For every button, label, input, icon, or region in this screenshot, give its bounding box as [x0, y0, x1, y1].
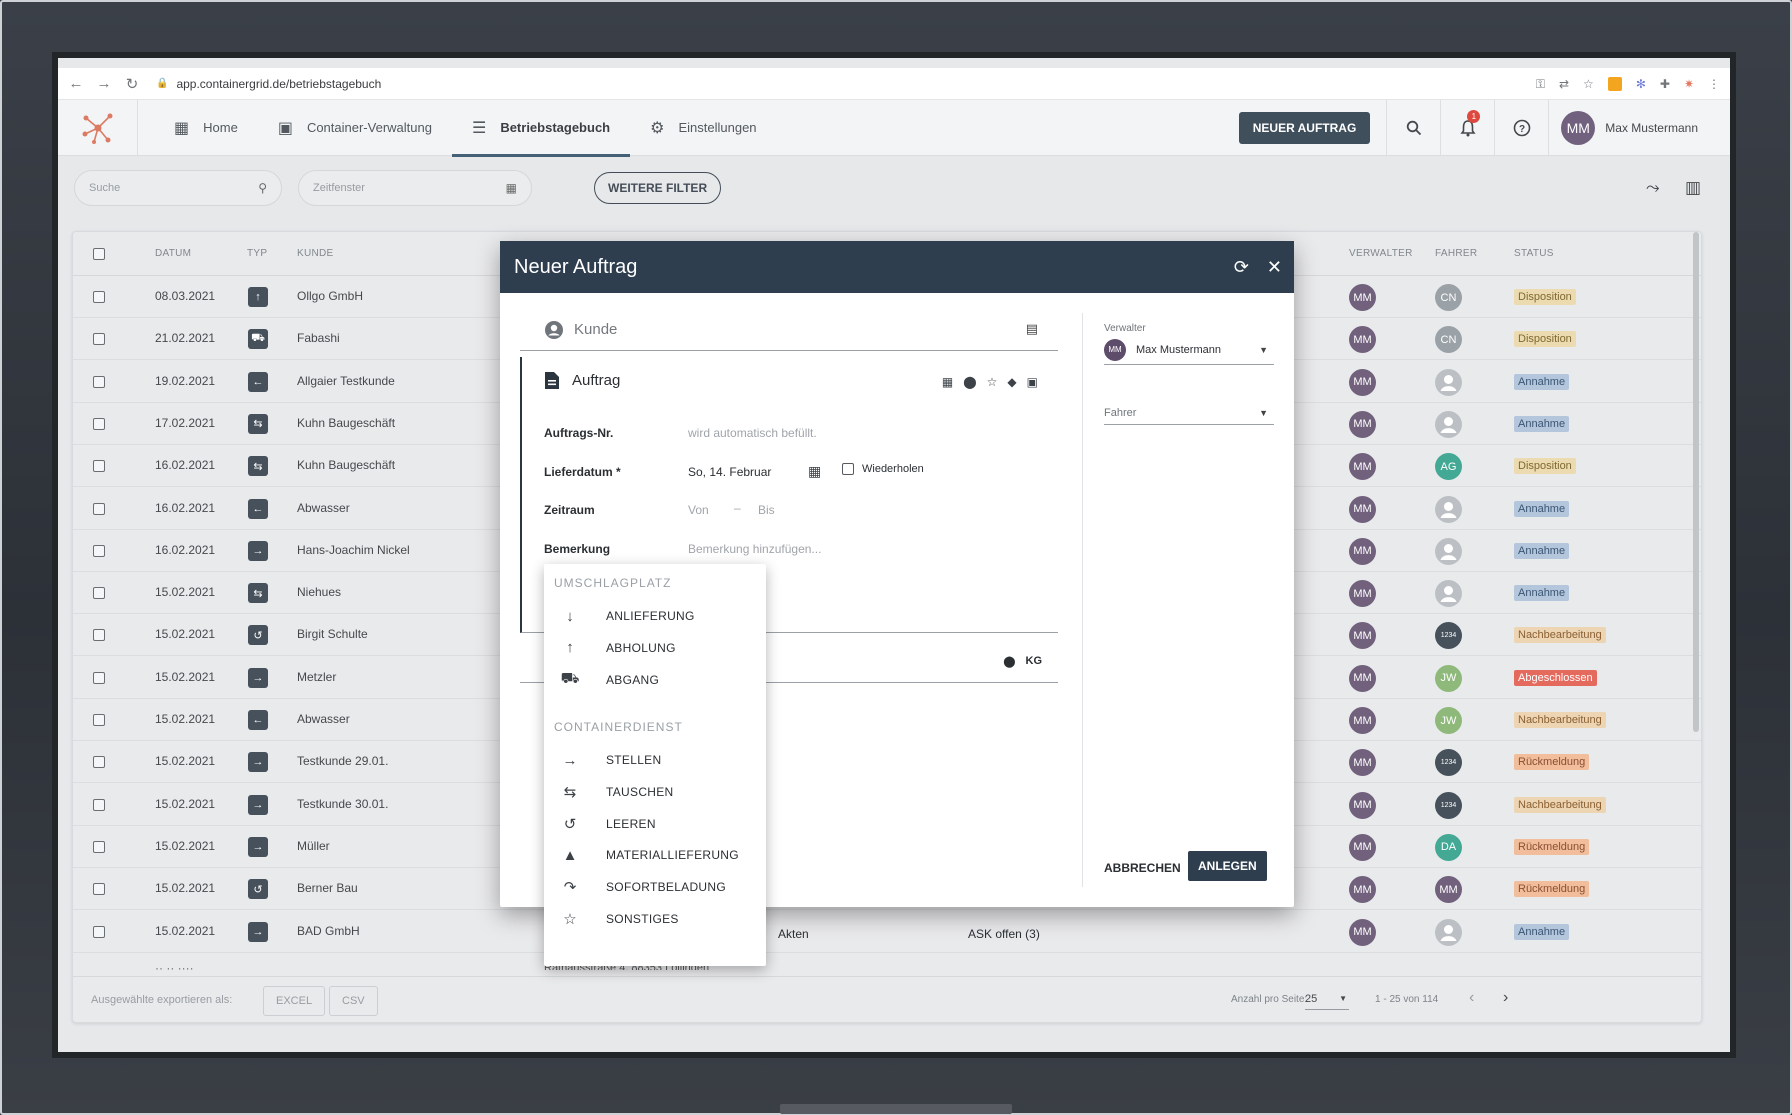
dialog-sidebar: Verwalter MM Max Mustermann ▼ Fahrer ▼ [1104, 293, 1274, 907]
sofortbeladung-icon: ↷ [563, 879, 577, 897]
kg-label: KG [1025, 655, 1043, 667]
menu-group-containerdienst: CONTAINERDIENST [554, 720, 683, 734]
dialog-header: Neuer Auftrag ⟳ ✕ [500, 241, 1294, 293]
abgang-icon: ⛟ [560, 670, 580, 688]
calendar-icon[interactable]: ▦ [808, 463, 821, 480]
driver-placeholder: Fahrer [1104, 406, 1137, 419]
stellen-icon: → [562, 751, 578, 769]
menu-item-label: SONSTIGES [606, 912, 679, 926]
menu-item-leeren[interactable]: ↺ LEEREN [544, 806, 766, 842]
dialog-title: Neuer Auftrag [514, 255, 638, 278]
abholung-icon: ↑ [566, 639, 574, 657]
time-separator: – [734, 501, 741, 515]
location-pin-icon[interactable]: ⬤ [963, 375, 976, 389]
menu-item-label: TAUSCHEN [606, 784, 674, 799]
container-icon[interactable]: ▣ [1027, 375, 1038, 389]
menu-item-stellen[interactable]: → STELLEN [544, 742, 766, 778]
remark-label: Bemerkung [544, 542, 611, 556]
timeframe-label: Zeitraum [544, 503, 595, 517]
anlieferung-icon: ↓ [566, 607, 574, 625]
checkbox-box [842, 463, 854, 476]
customer-field[interactable]: Kunde ▤ [520, 309, 1058, 351]
menu-item-label: ABGANG [606, 672, 660, 687]
menu-item-label: MATERIALLIEFERUNG [606, 848, 739, 863]
menu-item-sonstiges[interactable]: ☆ SONSTIGES [544, 901, 766, 937]
cancel-button[interactable]: ABBRECHEN [1104, 861, 1181, 875]
driver-select[interactable]: Fahrer ▼ [1104, 401, 1274, 425]
customer-placeholder: Kunde [574, 321, 618, 338]
tauschen-icon: ⇆ [563, 783, 577, 801]
menu-item-anlieferung[interactable]: ↓ ANLIEFERUNG [544, 598, 766, 634]
dialog-divider [1082, 313, 1083, 887]
manager-label: Verwalter [1104, 323, 1146, 334]
menu-item-label: SOFORTBELADUNG [606, 880, 726, 895]
monitor-base [780, 1104, 1012, 1114]
time-to-input[interactable]: Bis [758, 503, 775, 517]
manager-value: Max Mustermann [1136, 343, 1221, 356]
repeat-label: Wiederholen [862, 463, 924, 475]
menu-item-tauschen[interactable]: ⇆ TAUSCHEN [544, 774, 766, 810]
order-number-value: wird automatisch befüllt. [688, 426, 817, 440]
manager-select[interactable]: MM Max Mustermann ▼ [1104, 335, 1274, 365]
delivery-date-label: Lieferdatum * [544, 465, 621, 479]
menu-item-abgang[interactable]: ⛟ ABGANG [544, 662, 766, 698]
menu-item-label: ANLIEFERUNG [606, 609, 695, 623]
avatar: MM [1104, 338, 1126, 361]
account-circle-icon [545, 320, 563, 339]
menu-item-label: STELLEN [606, 753, 662, 767]
calendar-icon[interactable]: ▦ [942, 375, 953, 389]
menu-item-label: LEEREN [606, 816, 656, 831]
chevron-down-icon: ▼ [1259, 407, 1268, 418]
order-section-title: Auftrag [544, 371, 620, 390]
leeren-icon: ↺ [563, 815, 577, 833]
order-type-menu: UMSCHLAGPLATZ ↓ ANLIEFERUNG ↑ ABHOLUNG ⛟ ABGA… [544, 564, 766, 966]
cell-akten: Akten [778, 927, 809, 941]
menu-item-materiallieferung[interactable]: ▲ MATERIALLIEFERUNG [544, 837, 766, 873]
refresh-icon[interactable]: ⟳ [1234, 257, 1249, 278]
repeat-checkbox[interactable]: Wiederholen [842, 463, 924, 476]
sonstiges-icon: ☆ [563, 911, 577, 928]
screen: ← → ↻ 🔒 app.containergrid.de/betriebstag… [58, 58, 1730, 1052]
delivery-date-input[interactable]: So, 14. Februar [688, 465, 771, 479]
document-icon [545, 372, 559, 389]
order-section-tools: ▦ ⬤ ☆ ◆ ▣ [942, 375, 1038, 389]
close-icon[interactable]: ✕ [1267, 257, 1282, 278]
create-button[interactable]: ANLEGEN [1188, 851, 1267, 881]
chevron-down-icon: ▼ [1259, 344, 1268, 355]
menu-group-umschlagplatz: UMSCHLAGPLATZ [554, 576, 672, 590]
menu-item-abholung[interactable]: ↑ ABHOLUNG [544, 630, 766, 666]
cell-ask: ASK offen (3) [968, 927, 1040, 941]
menu-item-sofortbeladung[interactable]: ↷ SOFORTBELADUNG [544, 869, 766, 905]
star-icon[interactable]: ☆ [987, 375, 998, 389]
location-pin-icon[interactable]: ⬤ [1003, 655, 1015, 668]
order-title: Auftrag [572, 372, 621, 389]
dialog-header-actions: ⟳ ✕ [1234, 241, 1282, 293]
tag-icon[interactable]: ◆ [1007, 375, 1016, 389]
weight-unit: ⬤ KG [1003, 655, 1042, 668]
remark-input[interactable]: Bemerkung hinzufügen... [688, 542, 821, 556]
contact-card-icon[interactable]: ▤ [1026, 321, 1038, 337]
order-number-label: Auftrags-Nr. [544, 426, 614, 440]
time-from-input[interactable]: Von [688, 503, 709, 517]
menu-item-label: ABHOLUNG [606, 640, 676, 655]
materiallieferung-icon: ▲ [562, 846, 578, 864]
